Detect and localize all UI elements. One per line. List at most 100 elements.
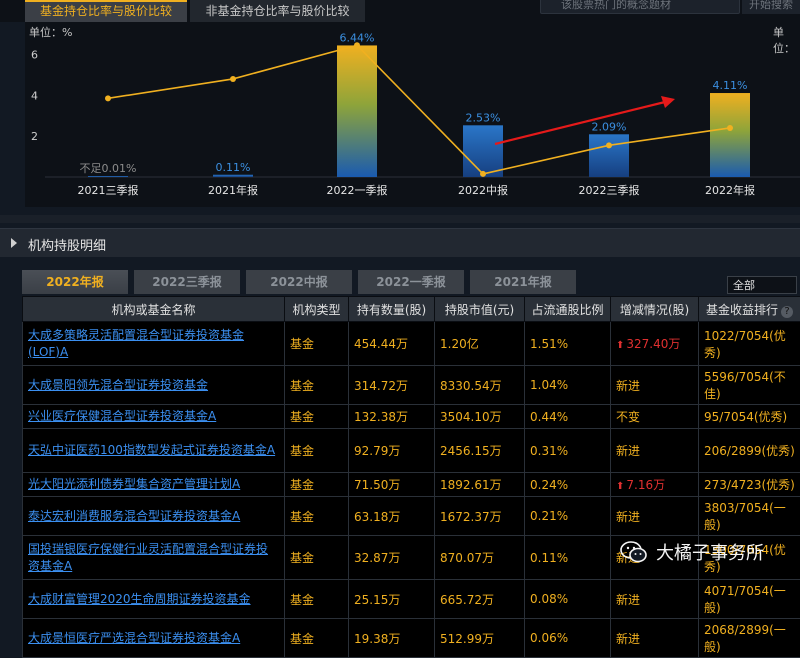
x-tick-label: 2021三季报 [78, 183, 139, 197]
change-cell: 新进 [611, 619, 699, 658]
holding-ratio-chart: 单位：% 单位： 642不足0.01%2021三季报0.11%2021年报6.4… [25, 22, 800, 207]
institution-type-select[interactable]: 全部 [727, 276, 797, 294]
float-ratio-cell: 0.08% [525, 580, 611, 619]
chart-canvas: 642不足0.01%2021三季报0.11%2021年报6.44%2022一季报… [25, 22, 800, 207]
institution-type-cell: 基金 [285, 619, 349, 658]
fund-rank-cell: 1022/7054(优秀) [699, 322, 800, 366]
change-cell: 新进 [611, 366, 699, 405]
institution-type-cell: 基金 [285, 473, 349, 497]
y-tick-label: 2 [31, 130, 38, 143]
fund-name-link[interactable]: 大成景恒医疗严选混合型证券投资基金A [23, 619, 285, 658]
col-header-change[interactable]: 增减情况(股) [611, 297, 699, 322]
institution-holdings-header[interactable]: 机构持股明细 [0, 228, 800, 257]
table-row[interactable]: 大成多策略灵活配置混合型证券投资基金(LOF)A基金454.44万1.20亿1.… [23, 322, 800, 366]
float-ratio-cell: 0.44% [525, 405, 611, 429]
price-point [727, 125, 733, 131]
fund-rank-cell: 2068/2899(一般) [699, 619, 800, 658]
institution-type-cell: 基金 [285, 429, 349, 473]
fund-name-link[interactable]: 泰达宏利消费服务混合型证券投资基金A [23, 497, 285, 536]
table-row[interactable]: 兴业医疗保健混合型证券投资基金A基金132.38万3504.10万0.44%不变… [23, 405, 800, 429]
col-header-type[interactable]: 机构类型 [285, 297, 349, 322]
fund-rank-cell: 273/4723(优秀) [699, 473, 800, 497]
market-value-cell: 1892.61万 [435, 473, 525, 497]
concept-search-input[interactable]: 该股票热门的概念题材 [540, 0, 740, 14]
fund-name-link[interactable]: 光大阳光添利债券型集合资产管理计划A [23, 473, 285, 497]
col-header-ratio[interactable]: 占流通股比例 [525, 297, 611, 322]
tab-period-2022-interim[interactable]: 2022中报 [246, 270, 352, 294]
trend-arrow-line [495, 102, 665, 144]
y-tick-label: 6 [31, 48, 38, 61]
x-tick-label: 2022三季报 [579, 183, 640, 197]
float-ratio-cell: 0.24% [525, 473, 611, 497]
col-header-qty[interactable]: 持有数量(股) [349, 297, 435, 322]
fund-name-link[interactable]: 兴业医疗保健混合型证券投资基金A [23, 405, 285, 429]
bar-value-label: 4.11% [713, 79, 748, 92]
x-tick-label: 2022年报 [705, 183, 755, 197]
float-ratio-cell: 0.31% [525, 429, 611, 473]
market-value-cell: 8330.54万 [435, 366, 525, 405]
fund-name-link[interactable]: 国投瑞银医疗保健行业灵活配置混合型证券投资基金A [23, 536, 285, 580]
help-icon[interactable]: ? [781, 306, 793, 318]
fund-name-link[interactable]: 大成多策略灵活配置混合型证券投资基金(LOF)A [23, 322, 285, 366]
bar-value-label: 0.11% [216, 161, 251, 174]
holding-qty-cell: 32.87万 [349, 536, 435, 580]
table-row[interactable]: 天弘中证医药100指数型发起式证券投资基金A基金92.79万2456.15万0.… [23, 429, 800, 473]
wechat-icon [620, 541, 648, 563]
section-divider [0, 215, 800, 223]
tab-nonfund-holding-vs-price[interactable]: 非基金持仓比率与股价比较 [190, 0, 365, 22]
fund-name-link[interactable]: 天弘中证医药100指数型发起式证券投资基金A [23, 429, 285, 473]
table-row[interactable]: 泰达宏利消费服务混合型证券投资基金A基金63.18万1672.37万0.21%新… [23, 497, 800, 536]
holding-qty-cell: 71.50万 [349, 473, 435, 497]
tab-period-2021-annual[interactable]: 2021年报 [470, 270, 576, 294]
expand-arrow-icon[interactable] [11, 238, 17, 248]
change-cell: ⬆7.16万 [611, 473, 699, 497]
market-value-cell: 2456.15万 [435, 429, 525, 473]
increase-arrow-icon: ⬆ [616, 340, 624, 351]
price-point [354, 42, 360, 48]
col-header-value[interactable]: 持股市值(元) [435, 297, 525, 322]
table-row[interactable]: 光大阳光添利债券型集合资产管理计划A基金71.50万1892.61万0.24%⬆… [23, 473, 800, 497]
institution-type-cell: 基金 [285, 536, 349, 580]
market-value-cell: 870.07万 [435, 536, 525, 580]
holding-qty-cell: 19.38万 [349, 619, 435, 658]
holding-qty-cell: 63.18万 [349, 497, 435, 536]
fund-name-link[interactable]: 大成景阳领先混合型证券投资基金 [23, 366, 285, 405]
increase-arrow-icon: ⬆ [616, 481, 624, 492]
fund-name-link[interactable]: 大成财富管理2020生命周期证券投资基金 [23, 580, 285, 619]
change-cell: 新进 [611, 429, 699, 473]
x-tick-label: 2022中报 [458, 183, 508, 197]
top-tab-bar: 基金持仓比率与股价比较 非基金持仓比率与股价比较 该股票热门的概念题材 开始搜索 [0, 0, 800, 22]
tab-period-2022-q3[interactable]: 2022三季报 [134, 270, 240, 294]
col-header-name[interactable]: 机构或基金名称 [23, 297, 285, 322]
watermark: 大橘子事务所 [620, 535, 764, 569]
x-tick-label: 2022一季报 [327, 183, 388, 197]
table-row[interactable]: 大成财富管理2020生命周期证券投资基金基金25.15万665.72万0.08%… [23, 580, 800, 619]
market-value-cell: 1672.37万 [435, 497, 525, 536]
bar-value-label: 不足0.01% [80, 162, 137, 175]
market-value-cell: 512.99万 [435, 619, 525, 658]
institution-type-cell: 基金 [285, 497, 349, 536]
bar [337, 45, 377, 177]
col-header-rank[interactable]: 基金收益排行? [699, 297, 800, 322]
fund-rank-cell: 4071/7054(一般) [699, 580, 800, 619]
tab-period-2022-q1[interactable]: 2022一季报 [358, 270, 464, 294]
change-cell: 不变 [611, 405, 699, 429]
watermark-text: 大橘子事务所 [656, 539, 764, 565]
market-value-cell: 3504.10万 [435, 405, 525, 429]
table-header-row: 机构或基金名称 机构类型 持有数量(股) 持股市值(元) 占流通股比例 增减情况… [23, 297, 800, 322]
holdings-table: 机构或基金名称 机构类型 持有数量(股) 持股市值(元) 占流通股比例 增减情况… [22, 296, 800, 658]
price-point [105, 95, 111, 101]
period-tabs: 2022年报 2022三季报 2022中报 2022一季报 2021年报 [22, 270, 800, 294]
bar [88, 176, 128, 177]
tab-period-2022-annual[interactable]: 2022年报 [22, 270, 128, 294]
table-row[interactable]: 大成景阳领先混合型证券投资基金基金314.72万8330.54万1.04%新进5… [23, 366, 800, 405]
holding-qty-cell: 314.72万 [349, 366, 435, 405]
table-row[interactable]: 大成景恒医疗严选混合型证券投资基金A基金19.38万512.99万0.06%新进… [23, 619, 800, 658]
search-button[interactable]: 开始搜索 [742, 0, 800, 14]
x-tick-label: 2021年报 [208, 183, 258, 197]
fund-rank-cell: 5596/7054(不佳) [699, 366, 800, 405]
holding-qty-cell: 92.79万 [349, 429, 435, 473]
holding-qty-cell: 132.38万 [349, 405, 435, 429]
tab-fund-holding-vs-price[interactable]: 基金持仓比率与股价比较 [25, 0, 187, 22]
institution-type-cell: 基金 [285, 322, 349, 366]
